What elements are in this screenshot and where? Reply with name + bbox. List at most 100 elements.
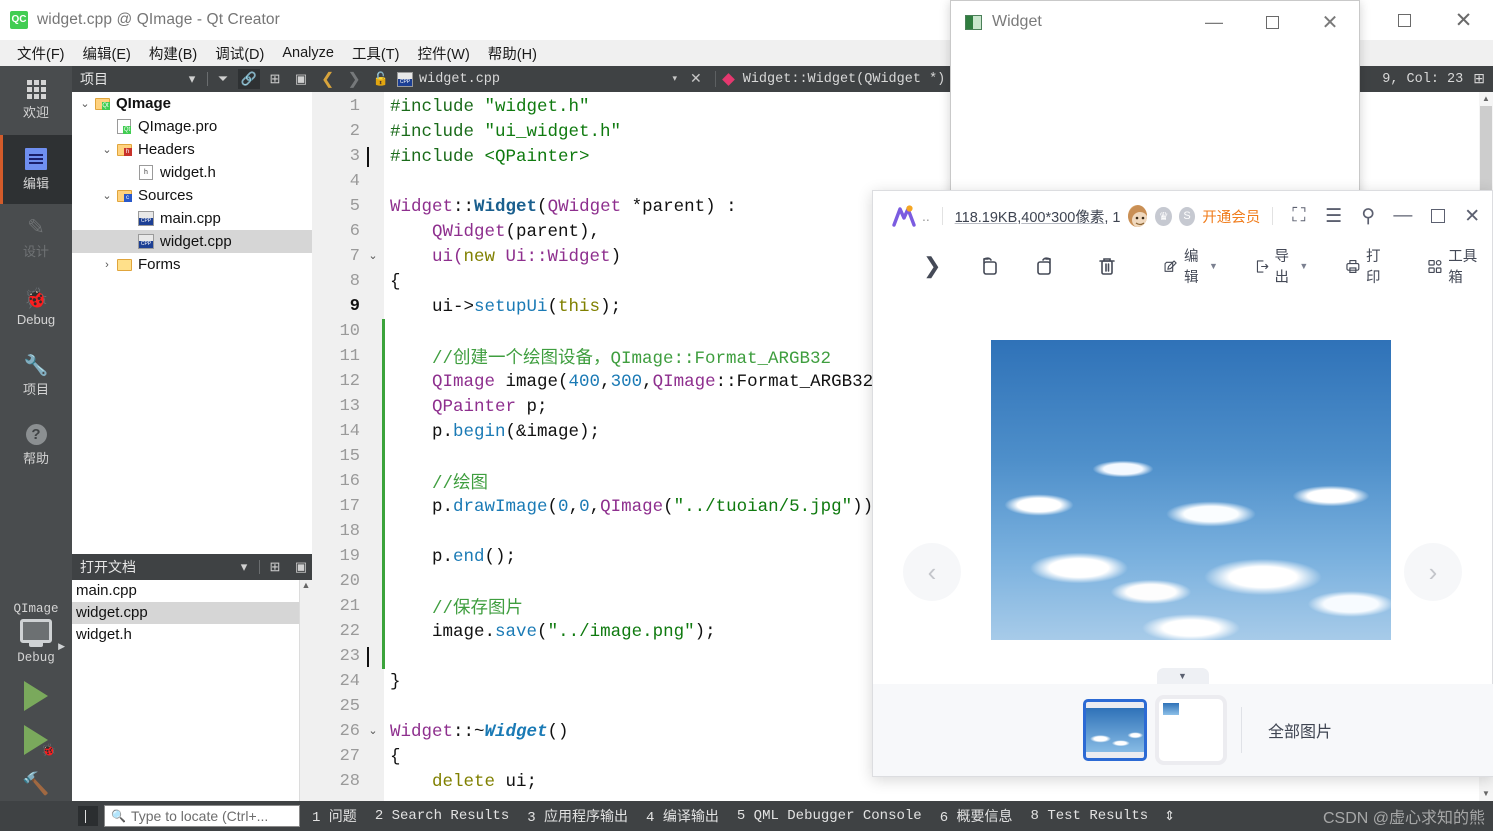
sidebar-item-debug[interactable]: 🐞 Debug xyxy=(0,273,72,342)
open-document-item[interactable]: widget.cpp xyxy=(72,602,312,624)
menu-icon[interactable]: ☰ xyxy=(1320,198,1348,234)
opendocs-scrollbar[interactable]: ▲ xyxy=(299,580,312,801)
main-image[interactable] xyxy=(991,340,1391,640)
locator-input[interactable]: 🔍 Type to locate (Ctrl+... xyxy=(104,805,300,827)
open-file-combo[interactable]: widget.cpp ▾ xyxy=(397,71,677,87)
run-button[interactable] xyxy=(0,681,72,711)
menu-debug[interactable]: 调试(D) xyxy=(206,41,273,66)
split-editor-icon[interactable]: ⊞ xyxy=(1473,71,1485,88)
toggle-sidebar-button[interactable] xyxy=(78,806,98,826)
chevron-down-icon[interactable]: ⌄ xyxy=(100,189,114,202)
sidebar-item-help[interactable]: ? 帮助 xyxy=(0,411,72,480)
toolbox-button[interactable]: 工具箱 xyxy=(1416,239,1492,293)
avatar[interactable] xyxy=(1127,204,1149,228)
chevron-down-icon[interactable]: ⌄ xyxy=(78,97,92,110)
chevron-down-icon[interactable]: ▼ xyxy=(1299,261,1308,271)
tree-item-sources[interactable]: ⌄ c Sources xyxy=(72,184,312,207)
tree-item-widget-cpp[interactable]: widget.cpp xyxy=(72,230,312,253)
chevron-right-icon[interactable]: › xyxy=(100,259,114,271)
forward-icon[interactable]: ❯ xyxy=(343,69,364,89)
tree-item-headers[interactable]: ⌄ h Headers xyxy=(72,138,312,161)
rotate-right-button[interactable] xyxy=(1023,248,1067,284)
all-images-label[interactable]: 全部图片 xyxy=(1268,718,1332,742)
widget-close-button[interactable]: ✕ xyxy=(1301,1,1359,43)
chevron-down-icon[interactable]: ▾ xyxy=(672,74,677,84)
strip-collapse-button[interactable]: ▼ xyxy=(1156,668,1209,684)
menu-build[interactable]: 构建(B) xyxy=(140,41,206,66)
svip-badge-icon[interactable]: S xyxy=(1178,206,1196,226)
menu-window[interactable]: 控件(W) xyxy=(408,41,478,66)
code-line[interactable]: image. save("../image.png"); xyxy=(390,619,716,644)
widget-minimize-button[interactable]: — xyxy=(1185,1,1243,43)
next-image-button[interactable]: › xyxy=(1404,543,1462,601)
close-document-button[interactable]: ✕ xyxy=(682,71,710,88)
code-line[interactable]: //保存图片 xyxy=(390,594,523,619)
code-line[interactable]: } xyxy=(390,669,401,694)
output-pane-overview[interactable]: 6 概要信息 xyxy=(934,806,1019,826)
output-pane-qml-debugger[interactable]: 5 QML Debugger Console xyxy=(731,808,928,824)
code-line[interactable]: //创建一个绘图设备，QImage::Format_ARGB32 xyxy=(390,344,831,369)
open-documents-list[interactable]: main.cpp widget.cpp widget.h xyxy=(72,580,312,801)
thumbnail-item-selected[interactable] xyxy=(1083,699,1147,761)
scroll-up-icon[interactable]: ▲ xyxy=(1479,92,1493,106)
sidebar-item-projects[interactable]: 🔧 项目 xyxy=(0,342,72,411)
tree-item-forms[interactable]: › Forms xyxy=(72,253,312,276)
code-line[interactable]: Widget::~ Widget() xyxy=(390,719,569,744)
chevron-down-icon[interactable]: ▾ xyxy=(181,69,203,89)
code-line[interactable]: p. begin (&image); xyxy=(390,419,600,444)
code-line[interactable]: //绘图 xyxy=(390,469,488,494)
edit-button[interactable]: 编辑 ▼ xyxy=(1153,239,1227,293)
code-line[interactable]: p. end (); xyxy=(390,544,516,569)
output-pane-search[interactable]: 2 Search Results xyxy=(369,808,515,824)
menu-file[interactable]: 文件(F) xyxy=(8,41,74,66)
output-pane-test-results[interactable]: 8 Test Results xyxy=(1025,808,1155,824)
filter-icon[interactable]: ⏷ xyxy=(212,69,234,89)
fold-toggle-icon[interactable]: ⌄ xyxy=(366,719,380,744)
tree-item-qimage-pro[interactable]: Qt QImage.pro xyxy=(72,115,312,138)
menu-help[interactable]: 帮助(H) xyxy=(479,41,546,66)
scroll-up-icon[interactable]: ▲ xyxy=(300,580,312,590)
close-panel-icon[interactable]: ▣ xyxy=(290,557,312,577)
code-line[interactable]: #include <QPainter> xyxy=(390,144,590,169)
crown-badge-icon[interactable]: ♛ xyxy=(1155,206,1172,226)
code-line[interactable]: Widget:: Widget(QWidget *parent) : xyxy=(390,194,737,219)
menu-tools[interactable]: 工具(T) xyxy=(343,41,409,66)
code-line[interactable]: ui(new Ui:: Widget) xyxy=(390,244,621,269)
viewer-maximize-button[interactable] xyxy=(1424,198,1452,234)
viewer-minimize-button[interactable]: — xyxy=(1389,198,1417,234)
code-line[interactable]: { xyxy=(390,269,401,294)
menu-analyze[interactable]: Analyze xyxy=(273,43,343,63)
chevron-down-icon[interactable]: ▾ xyxy=(233,557,255,577)
prev-image-button[interactable]: ‹ xyxy=(903,543,961,601)
open-membership-link[interactable]: 开通会员 xyxy=(1202,206,1260,227)
project-tree[interactable]: ⌄ Qt QImage Qt QImage.pro ⌄ h Headers h widget.h ⌄… xyxy=(72,92,312,554)
code-line[interactable]: delete ui; xyxy=(390,769,537,794)
thumbnail-item[interactable] xyxy=(1159,699,1223,761)
menu-edit[interactable]: 编辑(E) xyxy=(74,41,140,66)
print-button[interactable]: 打印 xyxy=(1334,239,1398,293)
output-pane-app-output[interactable]: 3 应用程序输出 xyxy=(521,806,634,826)
sidebar-item-edit[interactable]: 编辑 xyxy=(0,135,72,204)
open-document-item[interactable]: main.cpp xyxy=(72,580,312,602)
chevron-down-icon[interactable]: ⌄ xyxy=(100,143,114,156)
export-button[interactable]: 导出 ▼ xyxy=(1244,239,1318,293)
split-icon[interactable]: ⊞ xyxy=(264,69,286,89)
next-arrow-button[interactable]: ❯ xyxy=(913,247,951,285)
delete-button[interactable] xyxy=(1085,248,1129,284)
pin-icon[interactable]: ⚲ xyxy=(1354,198,1382,234)
target-selector-button[interactable]: ▶ xyxy=(0,619,72,651)
code-line[interactable]: QPainter p; xyxy=(390,394,548,419)
chevron-down-icon[interactable]: ▼ xyxy=(1209,261,1218,271)
code-line[interactable]: ui-> setupUi(this); xyxy=(390,294,621,319)
split-icon[interactable]: ⊞ xyxy=(264,557,286,577)
fullscreen-icon[interactable]: ⛶ xyxy=(1285,198,1313,234)
code-line[interactable]: QImage image(400, 300, QImage::Format_ARGB… xyxy=(390,369,894,394)
open-document-item[interactable]: widget.h xyxy=(72,624,312,646)
back-icon[interactable]: ❮ xyxy=(317,69,338,89)
build-button[interactable]: 🔨 xyxy=(0,771,72,797)
code-line[interactable]: #include "ui_widget.h" xyxy=(390,119,621,144)
lock-icon[interactable]: 🔓 xyxy=(370,72,392,87)
fold-toggle-icon[interactable]: ⌄ xyxy=(366,244,380,269)
scroll-down-icon[interactable]: ▼ xyxy=(1479,787,1493,801)
sidebar-item-welcome[interactable]: 欢迎 xyxy=(0,66,72,135)
